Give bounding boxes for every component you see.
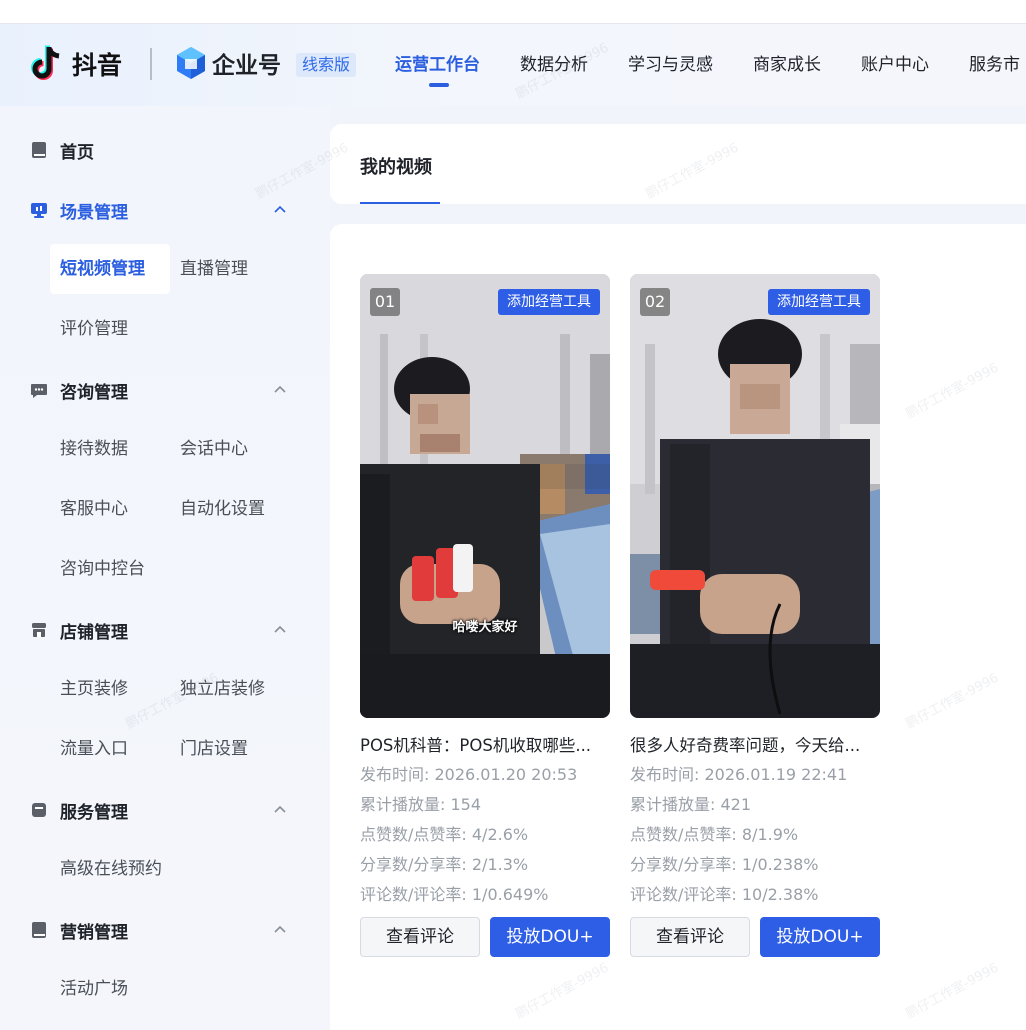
brand-name: 抖音: [72, 51, 123, 80]
nav-account-center[interactable]: 账户中心: [861, 52, 929, 78]
video-card: 01 添加经营工具 哈喽大家好 POS机科普：POS机收取哪些... 发布时间:…: [360, 274, 610, 957]
video-card: 02 添加经营工具 很多人好奇费率问题，今天给... 发布时间: 2026.01…: [630, 274, 880, 957]
douyin-note-icon: [31, 45, 60, 80]
promote-dou-button[interactable]: 投放DOU+: [760, 917, 880, 957]
chevron-up-icon[interactable]: [272, 802, 288, 818]
video-title[interactable]: POS机科普：POS机收取哪些...: [360, 732, 610, 760]
add-business-tool-button[interactable]: 添加经营工具: [498, 289, 600, 315]
sidebar-item-shop-settings[interactable]: 门店设置: [170, 724, 258, 774]
edition-badge: 线索版: [296, 53, 357, 77]
store-icon: [32, 623, 46, 637]
top-header: 抖音 企业号 线索版 运营工作台 数据分析 学习与灵感 商家成长 账户中心 服务…: [0, 24, 1026, 106]
book-icon: [32, 922, 46, 938]
sidebar-item-reviews[interactable]: 评价管理: [50, 304, 138, 354]
sidebar-item-store-decor[interactable]: 独立店装修: [170, 664, 275, 714]
video-play-count: 累计播放量: 154: [360, 795, 482, 814]
sidebar-item-consult-console[interactable]: 咨询中控台: [50, 544, 155, 594]
video-frame-image: [630, 274, 880, 718]
chevron-up-icon[interactable]: [272, 622, 288, 638]
chevron-up-icon[interactable]: [272, 922, 288, 938]
title-underline: [360, 202, 440, 204]
video-share-stats: 分享数/分享率: 1/0.238%: [630, 855, 819, 874]
briefcase-icon: [32, 803, 46, 817]
sidebar-group-service[interactable]: 服务管理: [30, 796, 128, 824]
sidebar-item-session-center[interactable]: 会话中心: [170, 424, 258, 474]
video-thumbnail[interactable]: 02 添加经营工具: [630, 274, 880, 718]
video-comment-stats: 评论数/评论率: 1/0.649%: [360, 885, 549, 904]
video-publish-time: 发布时间: 2026.01.19 22:41: [630, 765, 848, 784]
video-actions: 查看评论 投放DOU+: [630, 917, 880, 957]
video-frame-image: [360, 274, 610, 718]
video-publish-time: 发布时间: 2026.01.20 20:53: [360, 765, 578, 784]
douyin-logo[interactable]: 抖音: [30, 44, 122, 84]
video-index: 02: [640, 288, 670, 316]
video-list-card: 01 添加经营工具 哈喽大家好 POS机科普：POS机收取哪些... 发布时间:…: [330, 224, 1026, 1030]
video-like-stats: 点赞数/点赞率: 4/2.6%: [360, 825, 529, 844]
browser-top-strip: [0, 0, 1026, 24]
sidebar: 首页 场景管理 短视频管理 直播管理 评价管理 咨询管理 接待数据 会话中心 客…: [0, 106, 330, 1030]
sidebar-item-traffic-entry[interactable]: 流量入口: [50, 724, 138, 774]
nav-operations[interactable]: 运营工作台: [395, 52, 480, 87]
video-play-count: 累计播放量: 421: [630, 795, 752, 814]
nav-data-analysis[interactable]: 数据分析: [520, 52, 588, 78]
product-name: 企业号: [212, 53, 281, 79]
enterprise-hex-icon: [177, 47, 205, 79]
video-thumbnail[interactable]: 01 添加经营工具 哈喽大家好: [360, 274, 610, 718]
page-title[interactable]: 我的视频: [360, 153, 432, 179]
sidebar-item-automation[interactable]: 自动化设置: [170, 484, 275, 534]
monitor-icon: [31, 203, 47, 218]
video-like-stats: 点赞数/点赞率: 8/1.9%: [630, 825, 799, 844]
promote-dou-button[interactable]: 投放DOU+: [490, 917, 610, 957]
page-title-card: 我的视频: [330, 124, 1026, 204]
sidebar-group-marketing[interactable]: 营销管理: [30, 916, 128, 944]
sidebar-home[interactable]: 首页: [30, 136, 94, 164]
sidebar-group-consult[interactable]: 咨询管理: [30, 376, 128, 404]
sidebar-item-live[interactable]: 直播管理: [170, 244, 258, 294]
video-actions: 查看评论 投放DOU+: [360, 917, 610, 957]
sidebar-item-activity-square[interactable]: 活动广场: [50, 964, 138, 1014]
sidebar-item-homepage-decor[interactable]: 主页装修: [50, 664, 138, 714]
sidebar-item-online-booking[interactable]: 高级在线预约: [50, 844, 172, 894]
nav-merchant-growth[interactable]: 商家成长: [753, 52, 821, 78]
header-divider: [150, 48, 152, 80]
view-comments-button[interactable]: 查看评论: [360, 917, 480, 957]
sidebar-group-scene[interactable]: 场景管理: [30, 196, 128, 224]
main-nav: 运营工作台 数据分析 学习与灵感 商家成长 账户中心 服务市: [395, 52, 1026, 87]
chevron-up-icon[interactable]: [272, 202, 288, 218]
view-comments-button[interactable]: 查看评论: [630, 917, 750, 957]
nav-learning[interactable]: 学习与灵感: [628, 52, 713, 78]
chevron-up-icon[interactable]: [272, 382, 288, 398]
chat-icon: [31, 384, 47, 398]
sidebar-group-store[interactable]: 店铺管理: [30, 616, 128, 644]
video-comment-stats: 评论数/评论率: 10/2.38%: [630, 885, 819, 904]
video-index: 01: [370, 288, 400, 316]
add-business-tool-button[interactable]: 添加经营工具: [768, 289, 870, 315]
video-caption: 哈喽大家好: [452, 620, 518, 635]
video-title[interactable]: 很多人好奇费率问题，今天给...: [630, 732, 880, 760]
video-share-stats: 分享数/分享率: 2/1.3%: [360, 855, 529, 874]
sidebar-item-customer-service[interactable]: 客服中心: [50, 484, 138, 534]
book-icon: [32, 142, 46, 158]
enterprise-logo[interactable]: 企业号: [176, 46, 281, 80]
sidebar-item-reception-data[interactable]: 接待数据: [50, 424, 138, 474]
nav-service-market[interactable]: 服务市: [969, 52, 1020, 78]
sidebar-item-short-video[interactable]: 短视频管理: [50, 244, 170, 294]
